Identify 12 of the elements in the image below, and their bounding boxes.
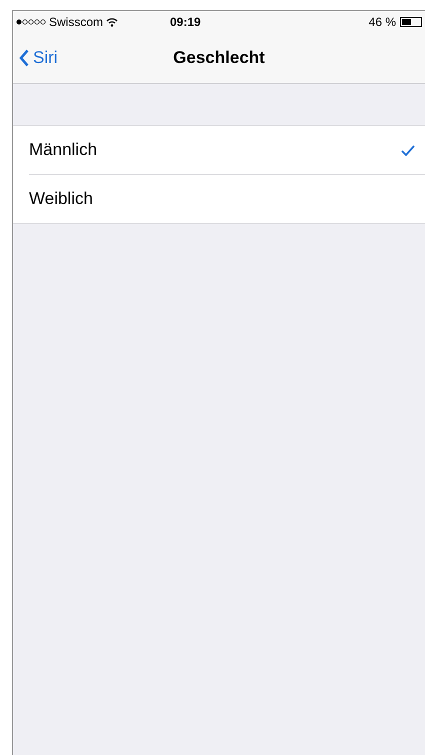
clock-time: 09:19: [170, 14, 201, 30]
page-title: Geschlecht: [173, 46, 265, 69]
chevron-left-icon: [19, 48, 29, 66]
option-row[interactable]: Männlich: [29, 126, 425, 174]
signal-icon: [16, 18, 46, 24]
back-button[interactable]: Siri: [13, 44, 58, 70]
wifi-icon: [106, 16, 118, 26]
checkmark-icon: [401, 144, 415, 156]
battery-icon: [400, 16, 422, 26]
option-row[interactable]: Weiblich: [29, 175, 425, 223]
carrier-name: Swisscom: [49, 14, 104, 30]
battery-percent: 46 %: [368, 14, 396, 30]
